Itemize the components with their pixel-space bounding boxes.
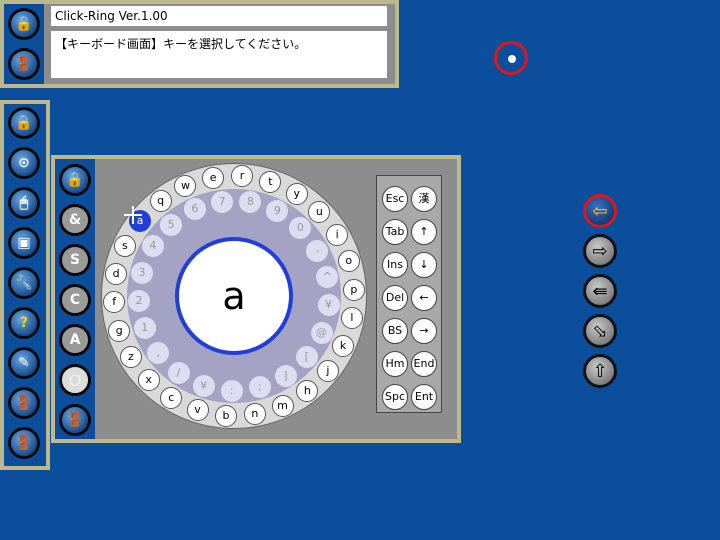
ring-key-k[interactable]: k — [332, 334, 355, 357]
ring-key-q[interactable]: q — [149, 190, 172, 213]
inner-key[interactable]: [ — [295, 346, 318, 369]
up-key[interactable]: ↑ — [411, 219, 437, 245]
lock-icon[interactable]: 🔒 — [8, 107, 40, 139]
exit-door-icon[interactable]: 🚪 — [59, 404, 91, 436]
inner-key[interactable]: 3 — [130, 261, 153, 284]
ring-key-p[interactable]: p — [342, 278, 365, 301]
inner-key[interactable]: / — [167, 362, 190, 385]
kanji-key[interactable]: 漢 — [411, 186, 437, 212]
special-keys-pad: Esc 漢 Tab ↑ Ins ↓ Del ← BS → Hm End Spc … — [376, 175, 442, 413]
home-key[interactable]: Hm — [382, 351, 408, 377]
inner-key[interactable]: 7 — [211, 190, 234, 213]
mouse-icon[interactable]: 🖱 — [8, 187, 40, 219]
tab-key[interactable]: Tab — [382, 219, 408, 245]
inner-key[interactable]: ¥ — [317, 294, 340, 317]
wrench-icon[interactable]: 🔧 — [8, 267, 40, 299]
crosshair-cursor — [124, 206, 142, 224]
pencil-icon[interactable]: ✎ — [8, 347, 40, 379]
ring-key-g[interactable]: g — [108, 319, 131, 342]
first-arrow-button[interactable]: ⇚ — [583, 274, 617, 308]
symbols-mode-button[interactable]: & — [59, 204, 91, 236]
character-ring: a ertyuioplkjhmnbvcxzgfdsaqw 8 9 0- ^ ¥ @[];:… — [101, 163, 367, 429]
ctrl-mode-button[interactable]: C — [59, 284, 91, 316]
tape-icon[interactable]: ▣ — [8, 227, 40, 259]
forward-arrow-button[interactable]: ⇨ — [583, 234, 617, 268]
left-key[interactable]: ← — [411, 285, 437, 311]
ring-key-d[interactable]: d — [105, 262, 128, 285]
inner-key[interactable]: ¥ — [192, 375, 215, 398]
ring-key-o[interactable]: o — [337, 250, 360, 273]
inner-key[interactable]: 2 — [128, 289, 151, 312]
help-icon[interactable]: ? — [8, 307, 40, 339]
exit-door-icon[interactable]: 🚪 — [8, 48, 40, 80]
pointer-indicator — [494, 41, 528, 75]
crosshair-v — [132, 206, 134, 224]
inner-key[interactable]: - — [306, 239, 329, 262]
ring-key-s[interactable]: s — [113, 235, 136, 258]
ring-key-u[interactable]: u — [308, 200, 331, 223]
ring-key-x[interactable]: x — [137, 369, 160, 392]
target-icon[interactable]: ⊙ — [8, 147, 40, 179]
end-key[interactable]: End — [411, 351, 437, 377]
down-key[interactable]: ↓ — [411, 252, 437, 278]
inner-key[interactable]: 5 — [160, 213, 183, 236]
ring-key-n[interactable]: n — [243, 403, 266, 426]
del-key[interactable]: Del — [382, 285, 408, 311]
ring-key-j[interactable]: j — [316, 359, 339, 382]
current-character-display: a — [175, 237, 293, 355]
ring-key-v[interactable]: v — [186, 399, 209, 422]
status-message: 【キーボード画面】キーを選択してください。 — [51, 31, 387, 78]
ring-key-m[interactable]: m — [271, 394, 294, 417]
ring-key-b[interactable]: b — [214, 404, 237, 427]
ins-key[interactable]: Ins — [382, 252, 408, 278]
ring-key-i[interactable]: i — [326, 223, 349, 246]
inner-key[interactable]: ; — [248, 376, 271, 399]
blank-mode-button[interactable]: ○ — [59, 364, 91, 396]
ring-key-e[interactable]: e — [202, 166, 225, 189]
lock-icon[interactable]: 🔒 — [8, 8, 40, 40]
alt-mode-button[interactable]: A — [59, 324, 91, 356]
pointer-dot — [508, 55, 516, 63]
enter-key[interactable]: Ent — [411, 384, 437, 410]
inner-key[interactable]: ] — [274, 364, 297, 387]
right-key[interactable]: → — [411, 318, 437, 344]
diagonal-arrow-button[interactable]: ⬂ — [583, 314, 617, 348]
ring-key-t[interactable]: t — [259, 170, 282, 193]
lock-icon[interactable]: 🔒 — [59, 164, 91, 196]
shift-mode-button[interactable]: S — [59, 244, 91, 276]
door-orange-icon[interactable]: 🚪 — [8, 427, 40, 459]
space-key[interactable]: Spc — [382, 384, 408, 410]
up-arrow-button[interactable]: ⇧ — [583, 354, 617, 388]
app-title: Click-Ring Ver.1.00 — [51, 6, 387, 26]
esc-key[interactable]: Esc — [382, 186, 408, 212]
inner-key[interactable]: : — [220, 379, 243, 402]
ring-key-y[interactable]: y — [285, 182, 308, 205]
back-arrow-button[interactable]: ⇦ — [583, 194, 617, 228]
bs-key[interactable]: BS — [382, 318, 408, 344]
inner-key[interactable]: @ — [310, 321, 333, 344]
door-red-icon[interactable]: 🚪 — [8, 387, 40, 419]
